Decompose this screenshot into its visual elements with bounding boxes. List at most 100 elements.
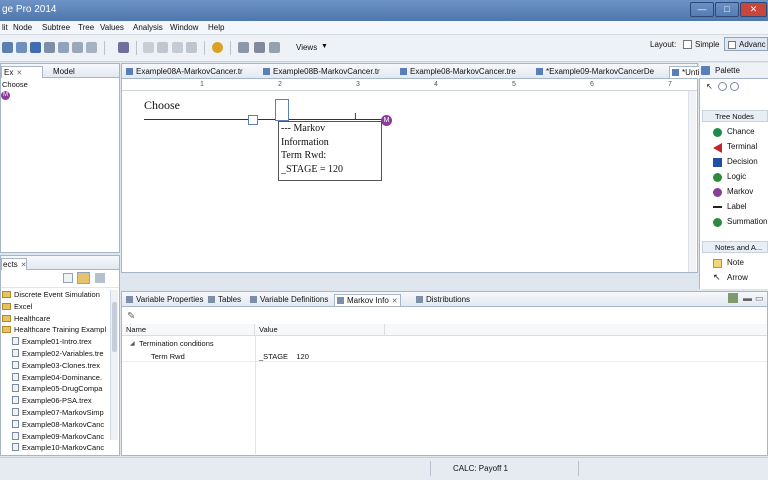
palette-item-terminal[interactable]: Terminal — [700, 140, 768, 154]
maximize-button[interactable]: □ — [715, 2, 739, 17]
save-icon[interactable] — [30, 42, 41, 53]
tree-canvas[interactable]: Choose I M --- Markov Information Term R… — [122, 91, 697, 272]
project-file[interactable]: Example03-Clones.trex — [12, 360, 100, 370]
markov-info-box[interactable]: --- Markov Information Term Rwd: _STAGE … — [278, 121, 382, 181]
palette-item-chance[interactable]: Chance — [700, 125, 768, 139]
menu-edit[interactable]: lit — [2, 23, 8, 32]
palette-tools: ↖ — [704, 81, 764, 92]
palette-item-markov[interactable]: Markov — [700, 185, 768, 199]
select-arrow-icon[interactable]: ↖ — [706, 82, 713, 91]
minimize-panel-icon[interactable]: ▬ — [743, 293, 752, 303]
project-file[interactable]: Example04-Dominance. — [12, 372, 102, 382]
palette-item-label[interactable]: Label — [700, 200, 768, 214]
projects-scrollbar[interactable] — [110, 290, 118, 440]
selection-handle[interactable] — [275, 99, 289, 121]
preview-icon[interactable] — [58, 42, 69, 53]
close-icon[interactable]: ✕ — [21, 262, 27, 269]
menu-help[interactable]: Help — [208, 23, 224, 32]
palette-item-decision[interactable]: Decision — [700, 155, 768, 169]
tab-distributions[interactable]: Distributions — [414, 294, 472, 306]
tool-icon[interactable] — [118, 42, 129, 53]
tab-markov-info[interactable]: Markov Info ✕ — [334, 294, 401, 306]
tab-editor-3[interactable]: Example08-MarkovCancer.tre — [398, 66, 516, 78]
view-menu-icon[interactable] — [95, 273, 105, 283]
palette-item-note[interactable]: Note — [700, 256, 768, 270]
collapse-all-icon[interactable] — [63, 273, 73, 283]
subtree-icon[interactable] — [157, 42, 168, 53]
export-icon[interactable] — [72, 42, 83, 53]
decision-node-label[interactable]: Choose — [144, 98, 180, 113]
project-folder[interactable]: Excel — [2, 302, 32, 311]
zoom-in-icon[interactable] — [718, 82, 727, 91]
new-icon[interactable] — [2, 42, 13, 53]
project-file[interactable]: Example10-MarkovCanc — [12, 443, 104, 452]
project-folder[interactable]: Healthcare Training Exampl — [2, 325, 106, 334]
project-folder[interactable]: Discrete Event Simulation — [2, 290, 100, 299]
table-row[interactable]: Term Rwd _STAGE 120 — [122, 350, 767, 362]
project-file[interactable]: Example07-MarkovSimp — [12, 408, 104, 417]
collapse-icon[interactable] — [186, 42, 197, 53]
explorer-item-choose[interactable]: Choose — [2, 80, 28, 89]
palette-item-logic[interactable]: Logic — [700, 170, 768, 184]
copy-icon[interactable] — [86, 42, 97, 53]
tab-tables[interactable]: Tables — [206, 294, 243, 306]
maximize-panel-icon[interactable]: ▭ — [755, 293, 764, 304]
tab-editor-2[interactable]: Example08B-MarkovCancer.tr — [261, 66, 380, 78]
close-icon[interactable]: ✕ — [392, 298, 398, 305]
minimize-button[interactable]: — — [690, 2, 714, 17]
menu-analysis[interactable]: Analysis — [133, 23, 163, 32]
markov-icon[interactable]: M — [1, 91, 10, 100]
calculate-icon[interactable] — [212, 42, 223, 53]
simple-checkbox[interactable] — [683, 40, 692, 49]
tab-explorer[interactable]: Ex ✕ — [1, 66, 43, 78]
edit-pencil-icon[interactable]: ✎ — [127, 311, 135, 322]
project-file[interactable]: Example06-PSA.trex — [12, 396, 92, 405]
scrollbar-thumb[interactable] — [112, 302, 117, 352]
views-menu[interactable]: Views — [296, 43, 317, 52]
tab-model[interactable]: Model — [49, 66, 75, 78]
table-icon[interactable] — [254, 42, 265, 53]
menu-window[interactable]: Window — [170, 23, 198, 32]
palette-section-notes[interactable]: Notes and A... — [702, 241, 768, 253]
menu-node[interactable]: Node — [13, 23, 32, 32]
grid-icon[interactable] — [238, 42, 249, 53]
tab-projects[interactable]: ects ✕ — [1, 258, 27, 270]
palette-item-arrow[interactable]: ↖ Arrow — [700, 271, 768, 285]
tab-editor-1[interactable]: Example08A-MarkovCancer.tr — [124, 66, 243, 78]
tab-variable-properties[interactable]: Variable Properties — [124, 294, 205, 306]
project-file[interactable]: Example09-MarkovCanc — [12, 431, 104, 441]
advanced-checkbox[interactable] — [728, 41, 736, 49]
palette-section-tree-nodes[interactable]: Tree Nodes — [702, 110, 768, 122]
node-icon[interactable] — [143, 42, 154, 53]
add-icon[interactable] — [728, 293, 738, 303]
column-name[interactable]: Name — [122, 324, 255, 336]
chevron-down-icon[interactable]: ▼ — [321, 43, 328, 50]
open-icon[interactable] — [16, 42, 27, 53]
project-file[interactable]: Example08-MarkovCanc — [12, 419, 104, 429]
cube-icon[interactable] — [269, 42, 280, 53]
tab-editor-4[interactable]: *Example09-MarkovCancerDe — [534, 66, 654, 78]
row-value[interactable]: _STAGE 120 — [259, 352, 309, 361]
menu-values[interactable]: Values — [100, 23, 124, 32]
advanced-toggle[interactable]: Advanc — [724, 37, 768, 51]
project-file[interactable]: Example02-Variables.tre — [12, 349, 104, 358]
clone-icon[interactable] — [172, 42, 183, 53]
menu-tree[interactable]: Tree — [78, 23, 94, 32]
termination-group[interactable]: Termination conditions — [139, 339, 214, 348]
close-button[interactable]: ✕ — [740, 2, 767, 17]
expand-triangle-icon[interactable]: ◢ — [130, 340, 135, 347]
project-file[interactable]: Example01-Intro.trex — [12, 337, 92, 346]
menu-subtree[interactable]: Subtree — [42, 23, 70, 32]
column-value[interactable]: Value — [255, 324, 385, 336]
close-icon[interactable]: ✕ — [16, 70, 22, 77]
palette-item-summation[interactable]: Summation — [700, 215, 768, 229]
tab-variable-definitions[interactable]: Variable Definitions — [248, 294, 330, 306]
editor-scrollbar[interactable] — [688, 91, 696, 272]
markov-icon[interactable]: M — [381, 115, 392, 126]
decision-node[interactable] — [248, 115, 258, 125]
print-icon[interactable] — [44, 42, 55, 53]
link-editor-icon[interactable] — [77, 272, 90, 284]
zoom-out-icon[interactable] — [730, 82, 739, 91]
project-file[interactable]: Example05-DrugCompa — [12, 384, 102, 393]
project-folder[interactable]: Healthcare — [2, 314, 50, 323]
